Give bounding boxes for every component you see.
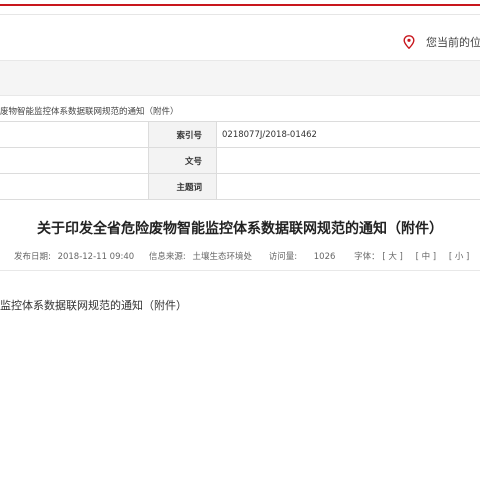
document-meta-table: 索引号 0218077J/2018-01462 文号 主题词 [0,121,480,200]
meta-row: 索引号 0218077J/2018-01462 [0,121,480,148]
docno-value [216,147,480,174]
font-large-button[interactable]: [ 大 ] [382,250,403,262]
source-label: 信息来源: [148,252,186,262]
breadcrumb[interactable]: 废物智能监控体系数据联网规范的通知（附件） [0,105,179,117]
content-divider [0,270,480,271]
subject-label: 主题词 [148,173,217,200]
font-medium-button[interactable]: [ 中 ] [416,250,437,262]
subject-value [216,173,480,200]
publish-date-value: 2018-12-11 09:40 [57,252,135,262]
meta-row: 主题词 [0,173,480,200]
font-small-button[interactable]: [ 小 ] [449,250,470,262]
index-label: 索引号 [148,121,217,148]
location-pin-icon [403,34,415,50]
docno-label: 文号 [148,147,217,174]
font-size-label: 字体： [354,252,380,262]
grey-banner [0,60,480,96]
article-body-text: 监控体系数据联网规范的通知（附件） [0,299,187,312]
meta-row: 文号 [0,147,480,174]
article-title: 关于印发全省危险废物智能监控体系数据联网规范的通知（附件） [37,221,443,237]
location-label: 您当前的位置 [426,36,480,49]
meta-empty-cell [0,147,149,174]
source-value: 土壤生态环境处 [192,252,252,262]
publish-date-label: 发布日期: [14,252,51,262]
views-label: 访问量: [268,252,298,262]
index-value: 0218077J/2018-01462 [216,121,480,148]
article-info-bar: 发布日期: 2018-12-11 09:40 信息来源: 土壤生态环境处 访问量… [14,250,469,262]
meta-empty-cell [0,121,149,148]
location-bar: 您当前的位置 [0,26,480,56]
red-accent-line [0,4,480,6]
header-divider [0,14,480,15]
views-value: 1026 [313,252,336,262]
top-accent-bar [0,0,480,16]
meta-empty-cell [0,173,149,200]
